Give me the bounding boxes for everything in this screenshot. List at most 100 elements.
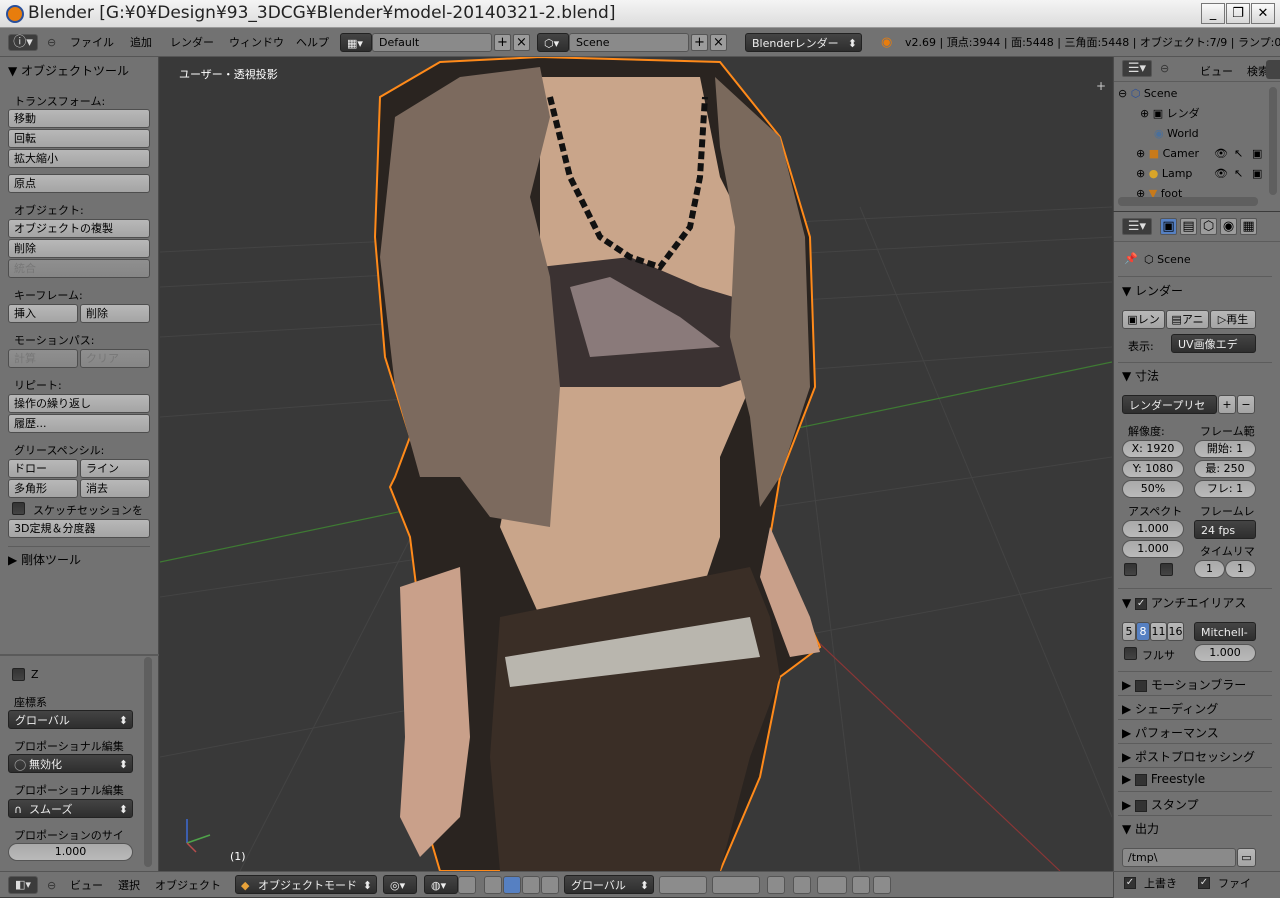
insert-keyframe-button[interactable]: 挿入 — [8, 304, 78, 323]
ruler-button[interactable]: 3D定規＆分度器 — [8, 519, 150, 538]
render-engine-select[interactable]: Blenderレンダー ⬍ — [745, 33, 862, 52]
outliner-editor-icon[interactable]: ☰▾ — [1122, 60, 1152, 77]
mode-select[interactable]: ◆ オブジェクトモード ⬍ — [235, 875, 377, 894]
scrollbar[interactable] — [144, 657, 152, 867]
visibility-eye-icon[interactable]: 👁 — [1214, 164, 1228, 184]
outliner-row-world[interactable]: ◉ World — [1154, 124, 1280, 144]
history-button[interactable]: 履歴... — [8, 414, 150, 433]
frame-end-field[interactable]: 最: 250 — [1194, 460, 1256, 478]
menu-add[interactable]: 追加 — [130, 33, 152, 52]
minimize-button[interactable]: _ — [1201, 3, 1225, 24]
render-image-button[interactable]: ▣レン — [1122, 310, 1165, 329]
orientation-select[interactable]: グローバル ⬍ — [564, 875, 654, 894]
display-select[interactable]: UV画像エデ — [1171, 334, 1256, 353]
output-panel-header[interactable]: ▼ 出力 — [1122, 820, 1159, 837]
overwrite-checkbox[interactable]: ✓ — [1124, 877, 1136, 889]
file-extensions-checkbox[interactable]: ✓ — [1198, 877, 1210, 889]
3d-viewport[interactable]: ユーザー・透視投影 (1) + — [160, 57, 1112, 871]
editor-type-icon[interactable]: ⓘ▾ — [8, 34, 38, 51]
delete-keyframe-button[interactable]: 削除 — [80, 304, 150, 323]
world-tab-icon[interactable]: ◉ — [1220, 218, 1237, 235]
screen-layout-field[interactable]: Default — [372, 33, 492, 52]
properties-editor-icon[interactable]: ☰▾ — [1122, 218, 1152, 235]
output-path-field[interactable]: /tmp\ — [1122, 848, 1236, 867]
proportional-edit-icon[interactable] — [793, 876, 811, 894]
menu-file[interactable]: ファイル — [70, 33, 114, 52]
translate-manipulator-icon[interactable] — [484, 876, 502, 894]
close-button[interactable]: ✕ — [1251, 3, 1275, 24]
render-anim-button[interactable]: ▤アニ — [1166, 310, 1209, 329]
outliner-row-render[interactable]: ⊕ ▣ レンダ — [1140, 104, 1280, 124]
render-layers-tab-icon[interactable]: ▤ — [1180, 218, 1197, 235]
horizontal-scrollbar[interactable] — [1118, 197, 1258, 206]
line-button[interactable]: ライン — [80, 459, 150, 478]
sketch-checkbox[interactable] — [12, 502, 25, 515]
lock-camera-icon[interactable] — [767, 876, 785, 894]
layers-grid-2[interactable] — [712, 876, 760, 894]
outliner-row-lamp[interactable]: ⊕ ● Lamp 👁 ↖ ▣ — [1136, 164, 1280, 184]
viewport-shading-select[interactable]: ◍▾ — [424, 875, 458, 894]
calculate-button[interactable]: 計算 — [8, 349, 78, 368]
render-panel-header[interactable]: ▼ レンダー — [1122, 282, 1183, 299]
texture-tab-icon[interactable]: ▦ — [1240, 218, 1257, 235]
outliner-view-menu[interactable]: ビュー — [1200, 63, 1233, 79]
outliner-row-foot[interactable]: ⊕ ▼ foot — [1136, 184, 1280, 198]
add-scene-icon[interactable]: + — [691, 34, 708, 51]
aa-samples-16[interactable]: 16 — [1167, 622, 1184, 641]
move-button[interactable]: 移動 — [8, 109, 150, 128]
aa-samples-8[interactable]: 8 — [1136, 622, 1150, 641]
expand-icon[interactable]: ⊕ — [1136, 147, 1145, 160]
resolution-percent-field[interactable]: 50% — [1122, 480, 1184, 498]
render-preset-select[interactable]: レンダープリセ — [1122, 395, 1217, 414]
remap-old-field[interactable]: 1 — [1194, 560, 1225, 578]
aa-panel-header[interactable]: ▼ ✓ アンチエイリアス — [1122, 594, 1246, 611]
remove-scene-icon[interactable]: × — [710, 34, 727, 51]
rigid-body-panel[interactable]: ▶ 剛体ツール — [8, 551, 81, 568]
select-arrow-icon[interactable]: ↖ — [1234, 164, 1243, 184]
poly-button[interactable]: 多角形 — [8, 479, 78, 498]
prop-falloff-select[interactable]: ∩ スムーズ ⬍ — [8, 799, 133, 818]
aa-samples-5[interactable]: 5 — [1122, 622, 1136, 641]
join-button[interactable]: 統合 — [8, 259, 150, 278]
aa-size-field[interactable]: 1.000 — [1194, 644, 1256, 662]
stamp-checkbox[interactable] — [1135, 799, 1148, 812]
render-anim-icon[interactable] — [873, 876, 891, 894]
menu-window[interactable]: ウィンドウ — [229, 33, 284, 52]
add-screen-icon[interactable]: + — [494, 34, 511, 51]
delete-button[interactable]: 削除 — [8, 239, 150, 258]
tool-shelf-title[interactable]: ▼ オブジェクトツール — [8, 62, 129, 79]
manipulator-icon[interactable] — [458, 876, 476, 894]
scene-field[interactable]: Scene — [569, 33, 689, 52]
frame-step-field[interactable]: フレ: 1 — [1194, 480, 1256, 498]
aa-filter-select[interactable]: Mitchell- — [1194, 622, 1256, 641]
select-arrow-icon[interactable]: ↖ — [1234, 144, 1243, 164]
rotate-button[interactable]: 回転 — [8, 129, 150, 148]
prop-edit-select[interactable]: ◯ 無効化 ⬍ — [8, 754, 133, 773]
editor-type-icon[interactable]: ◧▾ — [8, 876, 38, 894]
remove-preset-icon[interactable]: − — [1237, 395, 1255, 414]
aa-samples-11[interactable]: 11 — [1150, 622, 1167, 641]
performance-panel-header[interactable]: ▶ パフォーマンス — [1122, 724, 1219, 741]
outliner-row-scene[interactable]: ⊖ ⬡ Scene — [1118, 84, 1270, 104]
layers-grid-1[interactable] — [659, 876, 707, 894]
view-menu[interactable]: ビュー — [70, 877, 103, 894]
dimensions-panel-header[interactable]: ▼ 寸法 — [1122, 367, 1159, 384]
motion-blur-checkbox[interactable] — [1135, 679, 1148, 692]
transform-active-icon[interactable] — [503, 876, 521, 894]
collapse-menu-icon[interactable]: ⊖ — [47, 877, 56, 894]
pivot-select[interactable]: ◎▾ — [383, 875, 417, 894]
render-icon[interactable] — [852, 876, 870, 894]
collapse-menu-icon[interactable]: ⊖ — [1160, 62, 1169, 75]
scale-manipulator-icon[interactable] — [541, 876, 559, 894]
scale-button[interactable]: 拡大縮小 — [8, 149, 150, 168]
expand-region-icon[interactable]: + — [1096, 79, 1106, 93]
shading-panel-header[interactable]: ▶ シェーディング — [1122, 700, 1218, 717]
prop-size-field[interactable]: 1.000 — [8, 843, 133, 861]
expand-icon[interactable]: ⊕ — [1140, 107, 1149, 120]
scene-tab-icon[interactable]: ⬡ — [1200, 218, 1217, 235]
coord-system-select[interactable]: グローバル ⬍ — [8, 710, 133, 729]
stamp-panel-header[interactable]: ▶ スタンプ — [1122, 796, 1199, 813]
post-processing-panel-header[interactable]: ▶ ポストプロセッシング — [1122, 748, 1255, 765]
object-menu[interactable]: オブジェクト — [155, 877, 221, 894]
rotate-manipulator-icon[interactable] — [522, 876, 540, 894]
